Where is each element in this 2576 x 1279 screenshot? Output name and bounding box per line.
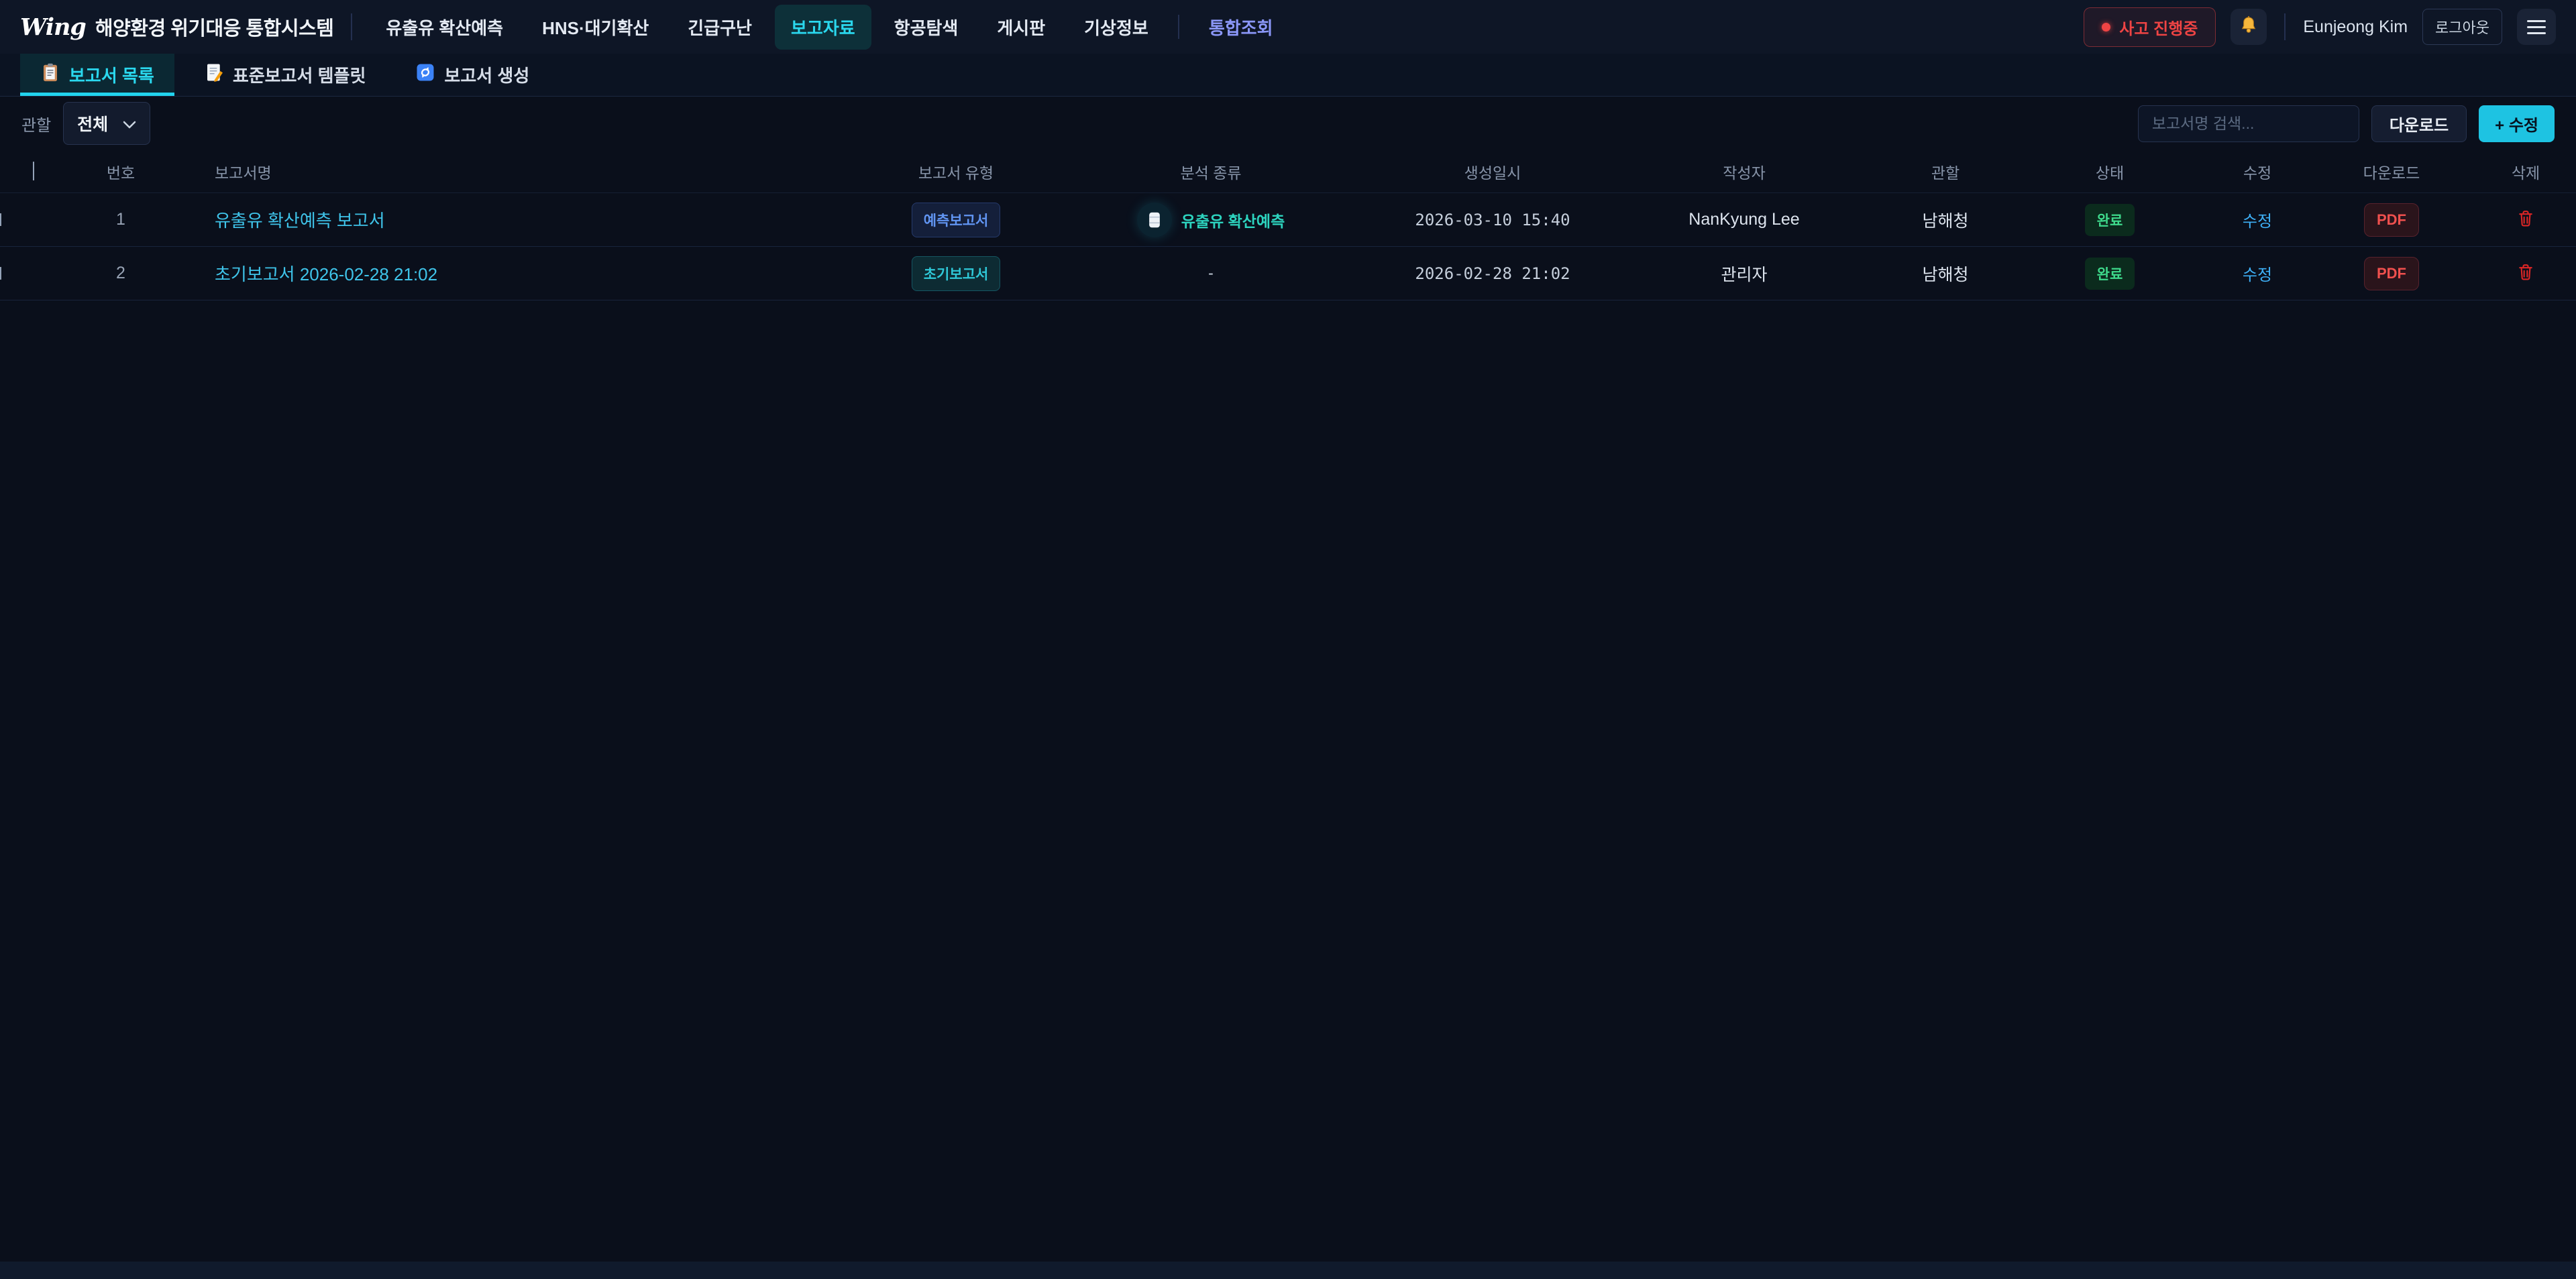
row-number: 2: [67, 264, 174, 283]
nav-item-hns[interactable]: HNS·대기확산: [526, 5, 665, 50]
tab-create-report[interactable]: 보고서 생성: [395, 54, 549, 96]
divider: [351, 13, 352, 40]
download-cell: PDF: [2308, 203, 2475, 237]
tab-standard-template[interactable]: 표준보고서 템플릿: [184, 54, 386, 96]
nav-item-oil-spill[interactable]: 유출유 확산예측: [370, 5, 519, 50]
row-checkbox[interactable]: [0, 213, 1, 226]
clipboard-icon: [40, 62, 60, 87]
header-created: 생성일시: [1375, 160, 1610, 183]
analysis-type-cell: -: [1046, 264, 1375, 282]
author: 관리자: [1610, 262, 1878, 286]
report-type-badge: 예측보고서: [912, 203, 1001, 237]
app-title: 해양환경 위기대응 통합시스템: [95, 13, 333, 41]
header-edit: 수정: [2207, 160, 2308, 183]
nav-item-board[interactable]: 게시판: [981, 5, 1061, 50]
main-nav: 유출유 확산예측 HNS·대기확산 긴급구난 보고자료 항공탐색 게시판 기상정…: [370, 5, 1289, 50]
menu-icon: [2527, 20, 2546, 34]
incident-status-badge[interactable]: 사고 진행중: [2084, 7, 2216, 47]
header-no: 번호: [67, 160, 174, 183]
pdf-download-button[interactable]: PDF: [2364, 203, 2419, 237]
table-header-row: 번호 보고서명 보고서 유형 분석 종류 생성일시 작성자 관할 상태 수정 다…: [0, 150, 2576, 193]
report-name-link[interactable]: 유출유 확산예측 보고서: [174, 207, 865, 232]
oil-drum-icon: [1137, 203, 1172, 237]
select-all-cell: [0, 162, 67, 180]
chevron-down-icon: [123, 114, 136, 133]
jurisdiction: 남해청: [1878, 262, 2012, 286]
select-all-checkbox[interactable]: [33, 162, 34, 180]
download-button[interactable]: 다운로드: [2371, 105, 2467, 142]
report-name-link[interactable]: 초기보고서 2026-02-28 21:02: [174, 261, 865, 286]
logo-wordmark: Wing: [20, 13, 86, 41]
checkbox-cell: [0, 268, 67, 280]
tab-label: 보고서 생성: [444, 62, 529, 87]
trash-icon: [2516, 208, 2535, 231]
row-number: 1: [67, 210, 174, 229]
edit-link[interactable]: 수정: [2207, 208, 2308, 231]
report-type-cell: 예측보고서: [865, 203, 1046, 237]
nav-item-weather[interactable]: 기상정보: [1068, 5, 1165, 50]
nav-item-reports[interactable]: 보고자료: [775, 5, 871, 50]
analysis-type-label: 유출유 확산예측: [1181, 209, 1285, 231]
delete-button[interactable]: [2475, 262, 2576, 285]
report-tabs: 보고서 목록 표준보고서 템플릿 보고서 생성: [0, 54, 2576, 97]
trash-icon: [2516, 262, 2535, 285]
status-badge: 완료: [2085, 204, 2135, 236]
tab-label: 보고서 목록: [69, 62, 154, 87]
top-bar: Wing 해양환경 위기대응 통합시스템 유출유 확산예측 HNS·대기확산 긴…: [0, 0, 2576, 54]
notifications-button[interactable]: [2231, 9, 2267, 45]
nav-item-aerial-search[interactable]: 항공탐색: [878, 5, 975, 50]
user-name: Eunjeong Kim: [2303, 17, 2408, 37]
status-badge: 완료: [2085, 258, 2135, 290]
tab-report-list[interactable]: 보고서 목록: [20, 54, 174, 96]
bottom-strip: [0, 1262, 2576, 1279]
report-search-input[interactable]: [2138, 105, 2359, 142]
report-type-badge: 초기보고서: [912, 256, 1001, 291]
created-at: 2026-02-28 21:02: [1375, 264, 1610, 283]
table-row: 1 유출유 확산예측 보고서 예측보고서 유출유 확산예측 2026-03-10…: [0, 193, 2576, 247]
report-type-cell: 초기보고서: [865, 256, 1046, 291]
row-checkbox[interactable]: [0, 267, 1, 280]
pdf-download-button[interactable]: PDF: [2364, 257, 2419, 290]
header-jurisdiction: 관할: [1878, 160, 2012, 183]
analysis-type-cell: 유출유 확산예측: [1046, 203, 1375, 237]
author: NanKyung Lee: [1610, 210, 1878, 229]
edit-button[interactable]: + 수정: [2479, 105, 2555, 142]
header-delete: 삭제: [2475, 160, 2576, 183]
edit-link[interactable]: 수정: [2207, 262, 2308, 285]
jurisdiction: 남해청: [1878, 208, 2012, 232]
status-cell: 완료: [2012, 204, 2207, 236]
divider: [1178, 15, 1179, 39]
filter-toolbar: 관할 전체 다운로드 + 수정: [0, 97, 2576, 150]
report-table: 번호 보고서명 보고서 유형 분석 종류 생성일시 작성자 관할 상태 수정 다…: [0, 150, 2576, 300]
header-analysis: 분석 종류: [1046, 160, 1375, 183]
tab-label: 표준보고서 템플릿: [233, 62, 366, 87]
nav-item-integrated-search[interactable]: 통합조회: [1193, 5, 1289, 50]
header-status: 상태: [2012, 160, 2207, 183]
logout-button[interactable]: 로그아웃: [2422, 9, 2502, 45]
incident-dot-icon: [2102, 23, 2110, 32]
incident-status-label: 사고 진행중: [2119, 15, 2198, 39]
header-type: 보고서 유형: [865, 160, 1046, 183]
jurisdiction-selected-value: 전체: [77, 111, 108, 135]
topbar-right: 사고 진행중 Eunjeong Kim 로그아웃: [2084, 7, 2556, 47]
divider: [2284, 13, 2286, 40]
jurisdiction-select[interactable]: 전체: [63, 102, 150, 145]
created-at: 2026-03-10 15:40: [1375, 211, 1610, 229]
bell-icon: [2238, 15, 2259, 40]
checkbox-cell: [0, 214, 67, 226]
header-name: 보고서명: [174, 160, 865, 183]
memo-icon: [204, 62, 224, 87]
refresh-icon: [415, 62, 435, 87]
menu-button[interactable]: [2517, 9, 2556, 45]
delete-button[interactable]: [2475, 208, 2576, 231]
header-download: 다운로드: [2308, 160, 2475, 183]
status-cell: 완료: [2012, 258, 2207, 290]
download-cell: PDF: [2308, 257, 2475, 290]
app-logo[interactable]: Wing 해양환경 위기대응 통합시스템: [20, 13, 333, 41]
header-author: 작성자: [1610, 160, 1878, 183]
nav-item-rescue[interactable]: 긴급구난: [672, 5, 768, 50]
jurisdiction-filter-label: 관할: [21, 112, 51, 135]
table-row: 2 초기보고서 2026-02-28 21:02 초기보고서 - 2026-02…: [0, 247, 2576, 300]
